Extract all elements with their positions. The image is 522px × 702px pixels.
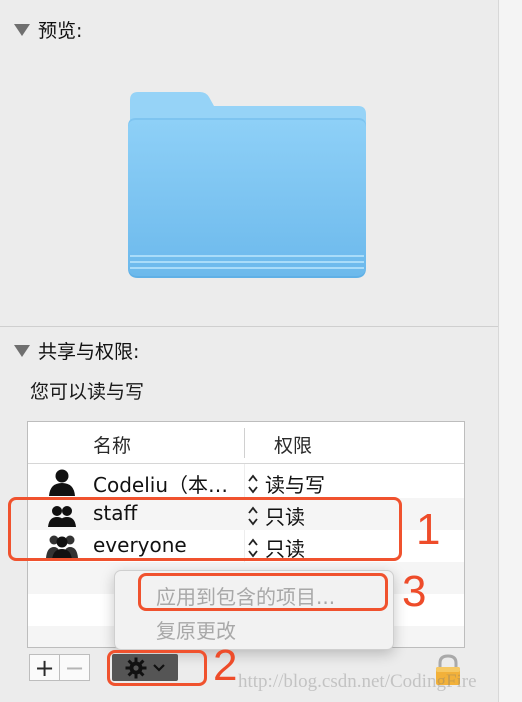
column-separator [244, 428, 245, 458]
permission-value: 读与写 [265, 473, 325, 497]
row-name: Codeliu（本… [93, 473, 228, 497]
user-icon [49, 469, 75, 496]
preview-section-header[interactable]: 预览: [14, 16, 82, 43]
folder-preview-icon [126, 90, 370, 282]
annotation-box-2 [107, 650, 207, 686]
column-separator [464, 428, 465, 458]
up-down-arrows-icon [248, 474, 258, 493]
permission-popup[interactable]: 读与写 [247, 469, 325, 498]
minus-icon: − [64, 653, 85, 682]
scrollbar-track[interactable] [498, 0, 522, 702]
table-row[interactable]: Codeliu（本… 读与写 [28, 466, 464, 498]
table-header: 名称 权限 [28, 422, 464, 464]
permission-status-text: 您可以读与写 [30, 381, 145, 403]
disclosure-triangle-icon[interactable] [14, 23, 30, 36]
column-header-permission[interactable]: 权限 [274, 431, 312, 458]
disclosure-triangle-icon[interactable] [14, 344, 30, 357]
plus-icon: + [34, 653, 55, 682]
column-header-name[interactable]: 名称 [93, 431, 131, 458]
watermark-text: http://blog.csdn.net/CodingFire [238, 671, 477, 692]
preview-header-label: 预览: [38, 20, 83, 42]
annotation-number-2: 2 [213, 641, 238, 690]
annotation-number-3: 3 [402, 567, 427, 616]
sharing-header-label: 共享与权限: [38, 341, 140, 363]
annotation-box-3 [138, 573, 388, 611]
sharing-section-header[interactable]: 共享与权限: [14, 337, 139, 364]
section-divider [0, 326, 498, 327]
add-button[interactable]: + [29, 653, 60, 682]
menu-item-revert-changes[interactable]: 复原更改 [156, 615, 236, 644]
annotation-number-1: 1 [416, 505, 441, 554]
remove-button[interactable]: − [59, 653, 90, 682]
annotation-box-1 [8, 497, 402, 561]
